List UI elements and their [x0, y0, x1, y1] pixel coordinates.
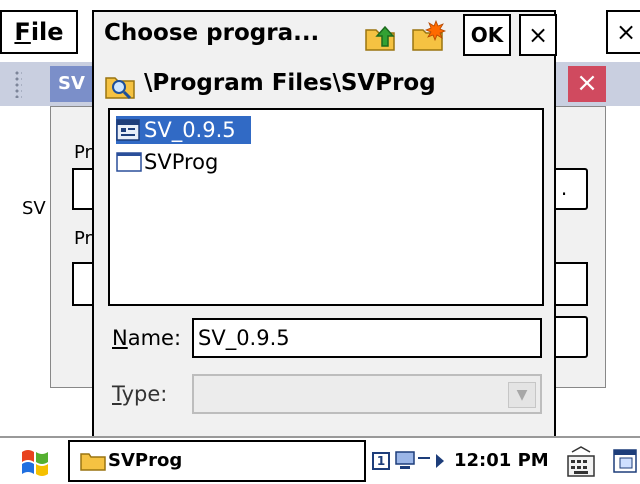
- name-label: Name:: [112, 326, 181, 350]
- chevron-down-icon[interactable]: ▼: [508, 382, 536, 408]
- type-label-rest: ype:: [121, 382, 168, 406]
- list-item[interactable]: SV_0.9.5: [116, 116, 251, 144]
- input-panel-badge[interactable]: 1: [372, 452, 390, 470]
- folder-icon: [80, 448, 106, 472]
- toolbar-grip[interactable]: [14, 70, 22, 98]
- list-item[interactable]: SVProg: [116, 148, 256, 176]
- type-select[interactable]: [192, 374, 542, 414]
- program-icon: [116, 119, 140, 141]
- new-folder-icon[interactable]: [410, 18, 448, 54]
- keyboard-icon[interactable]: [566, 446, 596, 478]
- ok-button[interactable]: OK: [463, 14, 511, 56]
- menu-file[interactable]: File: [0, 10, 78, 54]
- menu-file-mnemonic: F: [14, 18, 31, 46]
- dialog-title: Choose progra...: [104, 20, 320, 46]
- taskbar-task-label: SVProg: [108, 450, 183, 471]
- network-icon[interactable]: [394, 448, 450, 474]
- current-path: \Program Files\SVProg: [144, 70, 436, 96]
- dialog-close-button[interactable]: ×: [519, 14, 557, 56]
- folder-search-icon: [104, 70, 136, 100]
- background-label-3: Pr: [74, 228, 92, 249]
- name-label-rest: ame:: [127, 326, 182, 350]
- name-input[interactable]: SV_0.9.5: [192, 318, 542, 358]
- type-label: Type:: [112, 382, 167, 406]
- type-label-mnemonic: T: [112, 382, 122, 406]
- up-folder-icon[interactable]: [362, 18, 398, 54]
- background-label-2: SV: [22, 198, 46, 219]
- windows-start-icon[interactable]: [16, 444, 56, 480]
- window-icon: [116, 151, 142, 173]
- name-label-mnemonic: N: [112, 326, 128, 350]
- menu-file-rest: ile: [30, 18, 64, 46]
- clock[interactable]: 12:01 PM: [454, 450, 549, 471]
- windows-icon[interactable]: [610, 446, 640, 478]
- list-item-label: SV_0.9.5: [144, 118, 236, 142]
- background-dialog-close-button[interactable]: ×: [568, 66, 606, 102]
- app-close-button[interactable]: ×: [606, 10, 640, 54]
- list-item-label: SVProg: [144, 150, 219, 174]
- background-label-1: Pr: [74, 142, 92, 163]
